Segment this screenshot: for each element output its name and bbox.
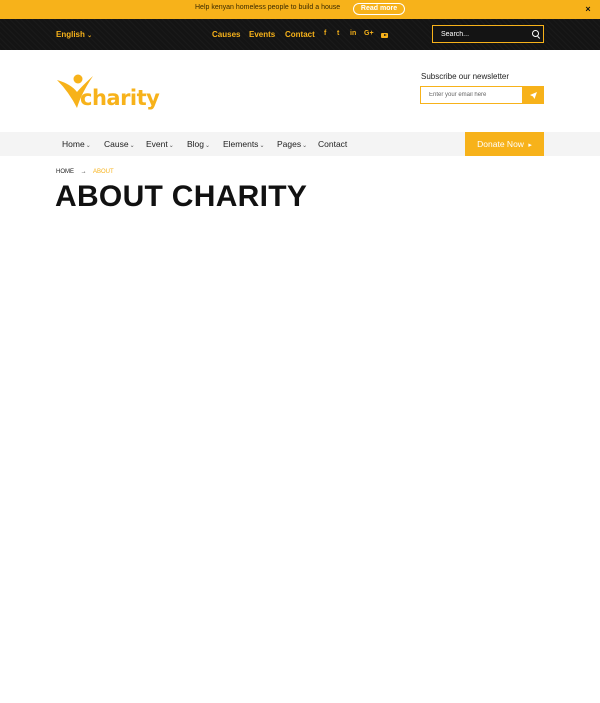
nav-label: Home [62, 139, 85, 149]
newsletter-form [420, 86, 544, 104]
nav-item-contact[interactable]: Contact [318, 139, 347, 149]
breadcrumb-current: ABOUT [93, 169, 114, 175]
announcement-bar: Help kenyan homeless people to build a h… [0, 0, 600, 19]
paper-plane-icon [530, 92, 537, 99]
chevron-down-icon: ⌄ [168, 143, 174, 149]
newsletter-submit-button[interactable] [522, 86, 544, 104]
donate-now-button[interactable]: Donate Now ▸ [465, 132, 544, 156]
announcement-text: Help kenyan homeless people to build a h… [195, 4, 341, 11]
facebook-icon[interactable]: f [324, 30, 326, 37]
page-title: ABOUT CHARITY [55, 180, 308, 213]
top-link-contact[interactable]: Contact [285, 30, 315, 39]
search-box [432, 25, 544, 43]
chevron-down-icon: ⌄ [87, 33, 93, 39]
nav-item-pages[interactable]: Pages⌄ [277, 139, 307, 149]
breadcrumb-home[interactable]: HOME [56, 169, 74, 175]
nav-item-cause[interactable]: Cause⌄ [104, 139, 135, 149]
nav-label: Contact [318, 139, 348, 149]
nav-label: Pages [277, 139, 302, 149]
chevron-right-icon: ▸ [528, 142, 532, 149]
breadcrumb: HOME → ABOUT [56, 169, 114, 175]
language-selector[interactable]: English ⌄ [56, 30, 92, 39]
nav-label: Blog [187, 139, 205, 149]
chevron-down-icon: ⌄ [205, 143, 211, 149]
nav-item-blog[interactable]: Blog⌄ [187, 139, 210, 149]
nav-label: Cause [104, 139, 129, 149]
chevron-down-icon: ⌄ [302, 143, 308, 149]
chevron-down-icon: ⌄ [129, 143, 135, 149]
main-nav: Home⌄ Cause⌄ Event⌄ Blog⌄ Elements⌄ Page… [0, 132, 600, 156]
search-icon[interactable] [532, 30, 539, 37]
top-link-events[interactable]: Events [249, 30, 275, 39]
nav-item-home[interactable]: Home⌄ [62, 139, 91, 149]
newsletter-email-input[interactable] [429, 87, 521, 103]
google-plus-icon[interactable]: G+ [364, 30, 374, 37]
top-link-causes[interactable]: Causes [212, 30, 240, 39]
logo[interactable]: charity [55, 70, 165, 112]
chevron-down-icon: ⌄ [259, 143, 265, 149]
nav-item-elements[interactable]: Elements⌄ [223, 139, 264, 149]
newsletter-label: Subscribe our newsletter [421, 72, 510, 81]
language-label: English [56, 30, 85, 39]
arrow-right-icon: → [80, 169, 87, 175]
linkedin-icon[interactable]: in [350, 30, 356, 37]
search-input[interactable] [441, 26, 526, 42]
nav-label: Event [146, 139, 168, 149]
nav-item-event[interactable]: Event⌄ [146, 139, 174, 149]
read-more-button[interactable]: Read more [353, 3, 405, 15]
logo-text: charity [80, 86, 160, 110]
donate-label: Donate Now [477, 139, 524, 149]
top-bar: English ⌄ Causes Events Contact f t in G… [0, 19, 600, 50]
chevron-down-icon: ⌄ [85, 143, 91, 149]
twitter-icon[interactable]: t [337, 30, 339, 37]
nav-label: Elements [223, 139, 259, 149]
youtube-icon[interactable] [381, 33, 388, 38]
close-icon[interactable]: × [583, 3, 593, 15]
